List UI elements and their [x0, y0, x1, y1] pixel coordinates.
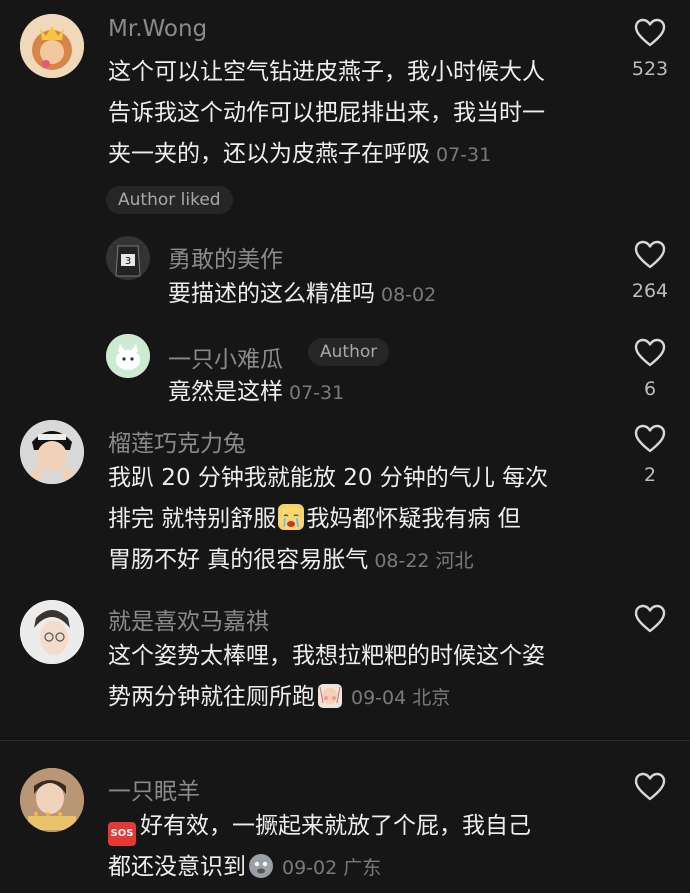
comment-line: 这个姿势太棒哩，我想拉粑粑的时候这个姿 [108, 643, 545, 669]
shy-emoji-icon [317, 682, 343, 708]
cat-avatar-icon [106, 334, 150, 378]
like-button[interactable]: 264 [632, 240, 668, 302]
comment-line-text: 我妈都怀疑我有病 但 [306, 506, 521, 532]
comment-text: 这个姿势太棒哩，我想拉粑粑的时候这个姿 势两分钟就往厕所跑 09-04 北京 [108, 636, 618, 719]
party-avatar-icon [20, 768, 84, 832]
heart-outline-icon [634, 772, 666, 801]
girl-avatar-icon [20, 420, 84, 484]
comment-line-text: 要描述的这么精准吗 [168, 281, 375, 307]
like-button[interactable]: 6 [632, 338, 668, 400]
heart-outline-icon [634, 424, 666, 453]
heart-outline-icon [634, 338, 666, 367]
comment-line: SOS 好有效，一撅起来就放了个屁，我自己 [108, 806, 618, 847]
like-count: 2 [643, 464, 657, 486]
like-button[interactable]: 523 [632, 18, 668, 80]
comment-line-text: 胃肠不好 真的很容易胀气 [108, 547, 369, 573]
comment-line: 排完 就特别舒服 我妈都怀疑我有病 但 [108, 499, 618, 540]
username[interactable]: Mr.Wong [108, 16, 207, 42]
comment-line: 势两分钟就往厕所跑 09-04 北京 [108, 677, 618, 719]
like-button[interactable]: 2 [632, 424, 668, 486]
author-liked-badge: Author liked [106, 186, 233, 214]
like-count: 6 [643, 378, 657, 400]
comment-line: 我趴 20 分钟我就能放 20 分钟的气儿 每次 [108, 465, 549, 491]
comment-line: 胃肠不好 真的很容易胀气 08-22 河北 [108, 540, 618, 582]
comment-text: 我趴 20 分钟我就能放 20 分钟的气儿 每次 排完 就特别舒服 我妈都怀疑我有… [108, 458, 618, 582]
comment-line-text: 夹一夹的，还以为皮燕子在呼吸 [108, 141, 430, 167]
comment-text: 要描述的这么精准吗 08-02 [168, 274, 436, 316]
username[interactable]: 就是喜欢马嘉祺 [108, 602, 269, 636]
heart-outline-icon [634, 18, 666, 47]
comment-line-text: 竟然是这样 [168, 379, 283, 405]
comment-line: 告诉我这个动作可以把屁排出来，我当时一 [108, 100, 545, 126]
lion-avatar-icon [20, 14, 84, 78]
comment-date: 07-31 [289, 382, 345, 404]
comment-location: 广东 [343, 857, 382, 879]
avatar[interactable] [106, 334, 150, 378]
avatar[interactable] [20, 420, 84, 484]
comment-location: 河北 [435, 550, 474, 572]
comment-date: 08-22 [374, 550, 430, 572]
avatar[interactable]: 3 [106, 236, 150, 280]
avatar[interactable] [20, 600, 84, 664]
heart-outline-icon [634, 604, 666, 633]
comment-text: 竟然是这样 07-31 [168, 372, 344, 414]
comment-line-text: 好有效，一撅起来就放了个屁，我自己 [140, 813, 531, 839]
crying-emoji-icon [278, 504, 305, 530]
comment-line-text: 排完 就特别舒服 [108, 506, 277, 532]
boy-avatar-icon [20, 600, 84, 664]
comment-line-text: 势两分钟就往厕所跑 [108, 684, 315, 710]
svg-text:3: 3 [125, 256, 131, 267]
avatar[interactable] [20, 14, 84, 78]
comment-text: 这个可以让空气钻进皮燕子，我小时候大人 告诉我这个动作可以把屁排出来，我当时一 … [108, 52, 608, 176]
comment-line: 这个可以让空气钻进皮燕子，我小时候大人 [108, 59, 545, 85]
comment-line: 都还没意识到 09-02 广东 [108, 847, 618, 889]
avatar[interactable] [20, 768, 84, 832]
section-divider [0, 740, 690, 741]
username[interactable]: 勇敢的美作 [168, 240, 283, 274]
comment-line-text: 都还没意识到 [108, 854, 246, 880]
comment-line: 夹一夹的，还以为皮燕子在呼吸 07-31 [108, 134, 608, 176]
comment-date: 07-31 [436, 144, 492, 166]
comment-date: 09-04 [351, 687, 407, 709]
username[interactable]: 一只眠羊 [108, 772, 200, 806]
like-button[interactable] [632, 772, 668, 802]
comment-date: 09-02 [282, 857, 338, 879]
heart-outline-icon [634, 240, 666, 269]
author-tag: Author [308, 338, 390, 366]
like-count: 523 [631, 58, 669, 80]
comment-location: 北京 [412, 687, 451, 709]
sos-emoji-icon: SOS [108, 822, 136, 846]
comment-text: SOS 好有效，一撅起来就放了个屁，我自己 都还没意识到 09-02 广东 [108, 806, 618, 889]
ghost-emoji-icon [248, 852, 274, 878]
username[interactable]: 榴莲巧克力兔 [108, 424, 246, 458]
username[interactable]: 一只小难瓜 [168, 340, 283, 374]
jersey-avatar-icon: 3 [106, 236, 150, 280]
like-count: 264 [631, 280, 669, 302]
comment-date: 08-02 [381, 284, 437, 306]
like-button[interactable] [632, 604, 668, 634]
